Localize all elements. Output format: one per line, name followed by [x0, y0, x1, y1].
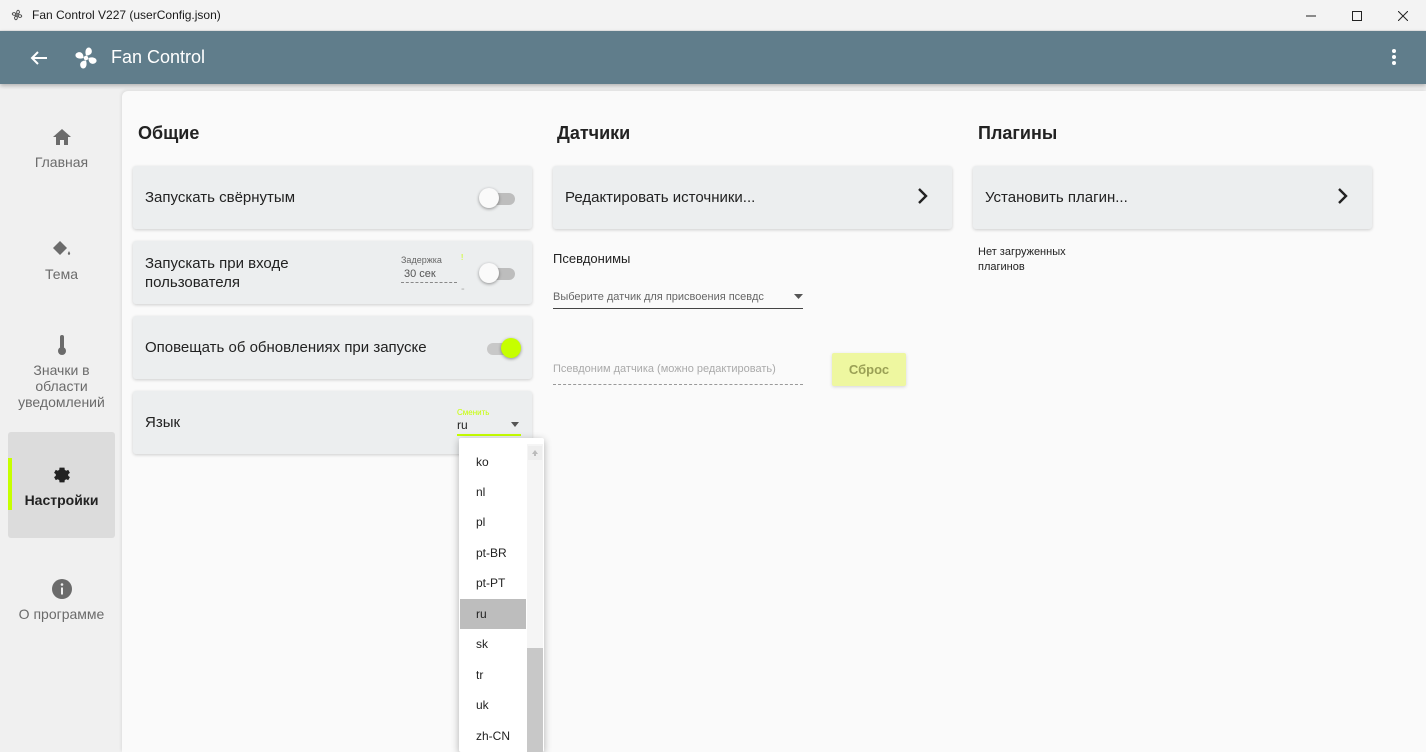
no-plugins-text: Нет загруженных плагинов [978, 245, 1066, 275]
start-on-login-card: Запускать при входе пользователя Задержк… [133, 241, 532, 304]
language-label: Язык [145, 414, 181, 431]
language-option[interactable]: pl [460, 507, 526, 537]
language-option[interactable]: pt-PT [460, 568, 526, 598]
sidebar-item-home[interactable]: Главная [8, 126, 115, 170]
more-options-button[interactable] [1382, 45, 1406, 69]
login-delay-caption: Задержка [401, 255, 442, 265]
dropdown-caret-icon [511, 422, 519, 427]
login-delay-suffix: - [461, 283, 465, 295]
sidebar-item-tray-icons[interactable]: Значки в области уведомлений [8, 334, 115, 410]
no-plugins-line: плагинов [978, 261, 1025, 273]
more-vertical-icon [1392, 49, 1396, 65]
app-fan-icon [11, 9, 23, 21]
active-indicator [8, 458, 12, 510]
reset-button[interactable]: Сброс [832, 353, 906, 386]
start-minimized-card: Запускать свёрнутым [133, 166, 532, 229]
login-delay-mark: ! [461, 253, 464, 262]
language-dropdown-list: ko nl pl pt-BR pt-PT ru sk tr uk zh-CN [459, 438, 544, 752]
info-icon [51, 578, 73, 600]
gear-icon [51, 464, 73, 486]
notify-updates-label: Оповещать об обновлениях при запуске [145, 339, 427, 356]
minimize-button[interactable] [1288, 0, 1334, 31]
sidebar-item-label: О программе [18, 606, 105, 622]
back-button[interactable] [27, 46, 51, 70]
alias-input-placeholder: Псевдоним датчика (можно редактировать) [553, 363, 776, 375]
sidebar-item-about[interactable]: О программе [8, 578, 115, 622]
language-option[interactable]: pt-BR [460, 538, 526, 568]
start-minimized-label: Запускать свёрнутым [145, 189, 296, 206]
thermometer-icon [51, 334, 73, 356]
sidebar-nav: Главная Тема Значки в области уведомлени… [0, 84, 122, 752]
language-caption: Сменить [457, 408, 490, 417]
language-option[interactable]: sk [460, 629, 526, 659]
sidebar-item-label: Настройки [24, 492, 99, 508]
sidebar-item-label: Главная [34, 154, 89, 170]
chevron-right-icon [1338, 188, 1348, 204]
edit-sources-label: Редактировать источники... [565, 189, 756, 206]
notify-updates-card: Оповещать об обновлениях при запуске [133, 316, 532, 379]
language-option-selected[interactable]: ru [460, 599, 526, 629]
no-plugins-line: Нет загруженных [978, 246, 1066, 258]
start-minimized-toggle[interactable] [479, 187, 517, 209]
window-title: Fan Control V227 (userConfig.json) [32, 8, 221, 22]
home-icon [51, 126, 73, 148]
sidebar-item-theme[interactable]: Тема [8, 238, 115, 282]
sidebar-item-label: Значки в области уведомлений [18, 362, 105, 410]
install-plugin-card[interactable]: Установить плагин... [973, 166, 1372, 229]
start-on-login-toggle[interactable] [479, 262, 517, 284]
sensor-select-placeholder: Выберите датчик для присвоения псевдс [553, 291, 764, 303]
language-option[interactable]: ko [460, 447, 526, 477]
scroll-up-arrow-icon[interactable] [528, 446, 542, 460]
aliases-label: Псевдонимы [553, 251, 631, 266]
language-option[interactable]: nl [460, 477, 526, 507]
close-button[interactable] [1380, 0, 1426, 31]
maximize-button[interactable] [1334, 0, 1380, 31]
dropdown-caret-icon [794, 294, 803, 299]
plugins-section-title: Плагины [978, 123, 1058, 143]
notify-updates-toggle[interactable] [483, 337, 521, 359]
app-bar: Fan Control [0, 31, 1426, 84]
fan-logo-icon [75, 46, 97, 69]
login-delay-value: 30 сек [401, 268, 457, 283]
login-delay-field[interactable]: Задержка 30 сек - ! [401, 253, 465, 295]
language-option[interactable]: zh-CN [460, 721, 526, 751]
sensors-section-title: Датчики [557, 123, 631, 143]
minimize-icon [1306, 15, 1316, 16]
install-plugin-label: Установить плагин... [985, 189, 1128, 206]
window-controls [1288, 0, 1426, 31]
start-on-login-label: Запускать при входе пользователя [145, 254, 289, 291]
sensor-select[interactable] [553, 308, 803, 309]
close-icon [1398, 10, 1408, 21]
dropdown-scroll-thumb[interactable] [527, 648, 543, 752]
paint-bucket-icon [51, 238, 73, 260]
edit-sources-card[interactable]: Редактировать источники... [553, 166, 952, 229]
chevron-right-icon [918, 188, 928, 204]
sidebar-item-settings[interactable]: Настройки [8, 432, 115, 538]
language-option[interactable]: uk [460, 690, 526, 720]
sidebar-item-label: Тема [45, 266, 78, 282]
app-title: Fan Control [111, 47, 206, 67]
language-value: ru [457, 418, 468, 432]
alias-input[interactable] [553, 384, 803, 385]
maximize-icon [1352, 10, 1362, 21]
arrow-left-icon [30, 50, 47, 65]
window-titlebar: Fan Control V227 (userConfig.json) [0, 0, 1426, 31]
language-select[interactable]: Сменить ru [457, 408, 521, 436]
language-option[interactable]: tr [460, 660, 526, 690]
general-section-title: Общие [138, 123, 200, 143]
